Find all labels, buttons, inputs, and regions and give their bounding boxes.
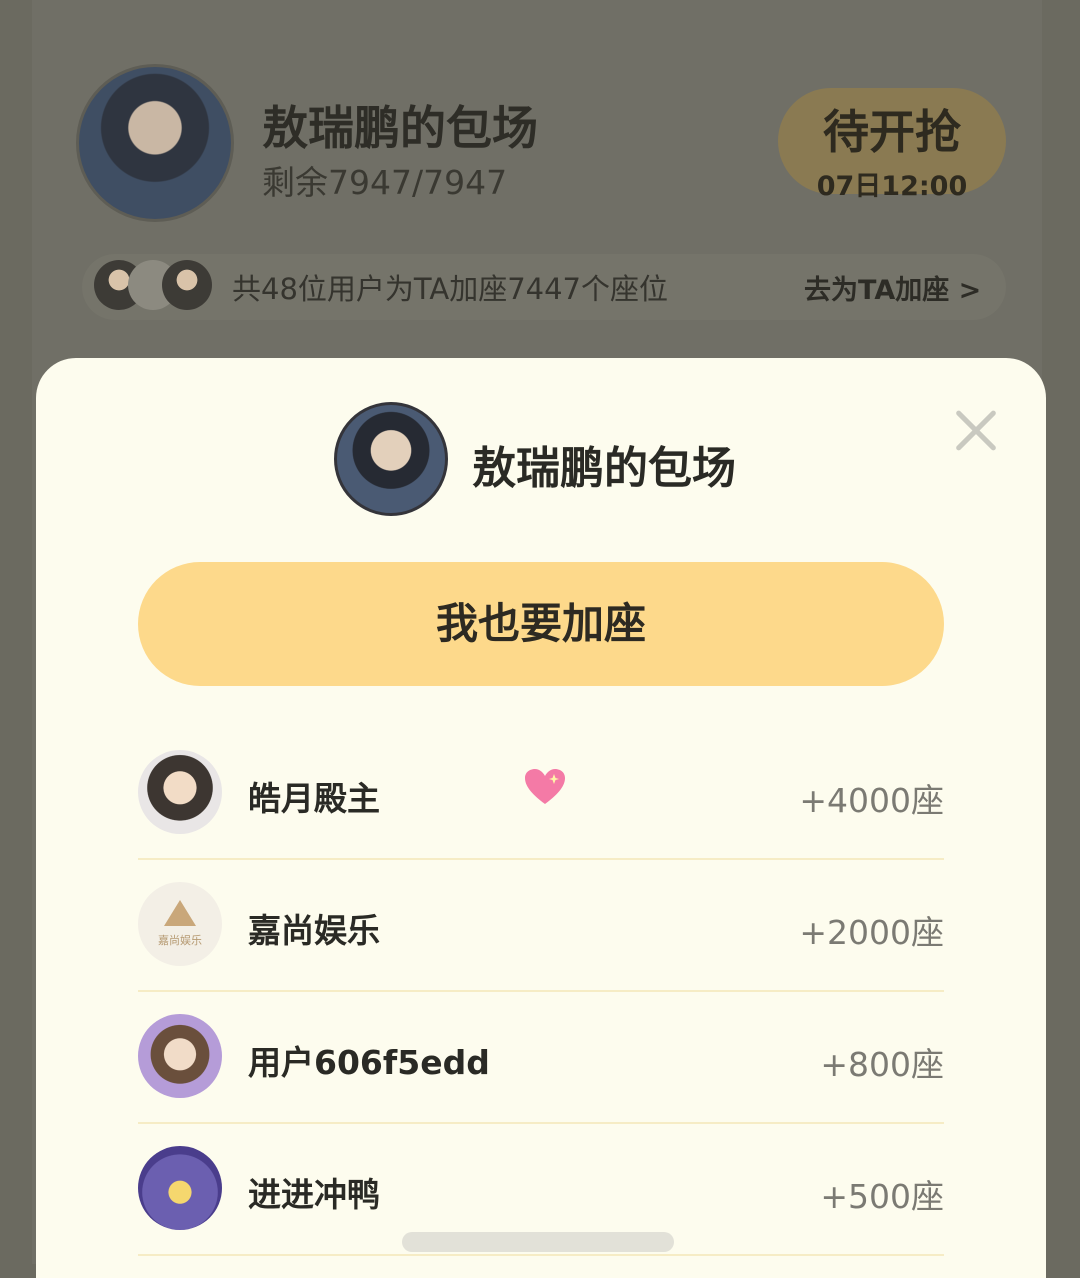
list-item[interactable]: 用户606f5edd +800座 — [138, 992, 944, 1124]
user-name: 进进冲鸭 — [248, 1175, 380, 1214]
user-name: 用户606f5edd — [248, 1043, 490, 1082]
seat-count: +800座 — [820, 1045, 944, 1084]
seat-count: +500座 — [820, 1177, 944, 1216]
supporters-summary: 共48位用户为TA加座7447个座位 — [232, 272, 669, 306]
sparkling-heart-icon — [525, 769, 565, 804]
user-name: 嘉尚娱乐 — [248, 911, 380, 950]
grab-button[interactable]: 待开抢 07日12:00 — [778, 88, 1006, 202]
user-avatar — [138, 1146, 222, 1230]
host-avatar — [76, 64, 234, 222]
modal-host-avatar — [334, 402, 448, 516]
page-title: 敖瑞鹏的包场 — [262, 101, 538, 155]
remaining-seats: 剩余7947/7947 — [262, 163, 508, 202]
scroll-indicator — [402, 1232, 674, 1252]
user-avatar — [138, 1014, 222, 1098]
grab-button-time: 07日12:00 — [816, 171, 968, 202]
seat-count: +2000座 — [799, 913, 944, 952]
close-icon[interactable] — [953, 408, 999, 454]
list-item[interactable]: 皓月殿主 +4000座 — [138, 728, 944, 860]
user-name: 皓月殿主 — [248, 779, 380, 818]
modal-title: 敖瑞鹏的包场 — [472, 443, 736, 494]
user-avatar — [138, 750, 222, 834]
supporter-avatar — [162, 260, 212, 310]
logo-mark — [164, 900, 196, 926]
company-logo: 嘉尚娱乐 — [138, 882, 222, 966]
grab-button-label: 待开抢 — [823, 105, 961, 159]
seat-count: +4000座 — [799, 781, 944, 820]
logo-text: 嘉尚娱乐 — [158, 934, 202, 947]
divider — [138, 1254, 944, 1256]
add-seat-link[interactable]: 去为TA加座 > — [804, 268, 981, 307]
add-seat-button[interactable]: 我也要加座 — [138, 562, 944, 686]
list-item[interactable]: 嘉尚娱乐 嘉尚娱乐 +2000座 — [138, 860, 944, 992]
